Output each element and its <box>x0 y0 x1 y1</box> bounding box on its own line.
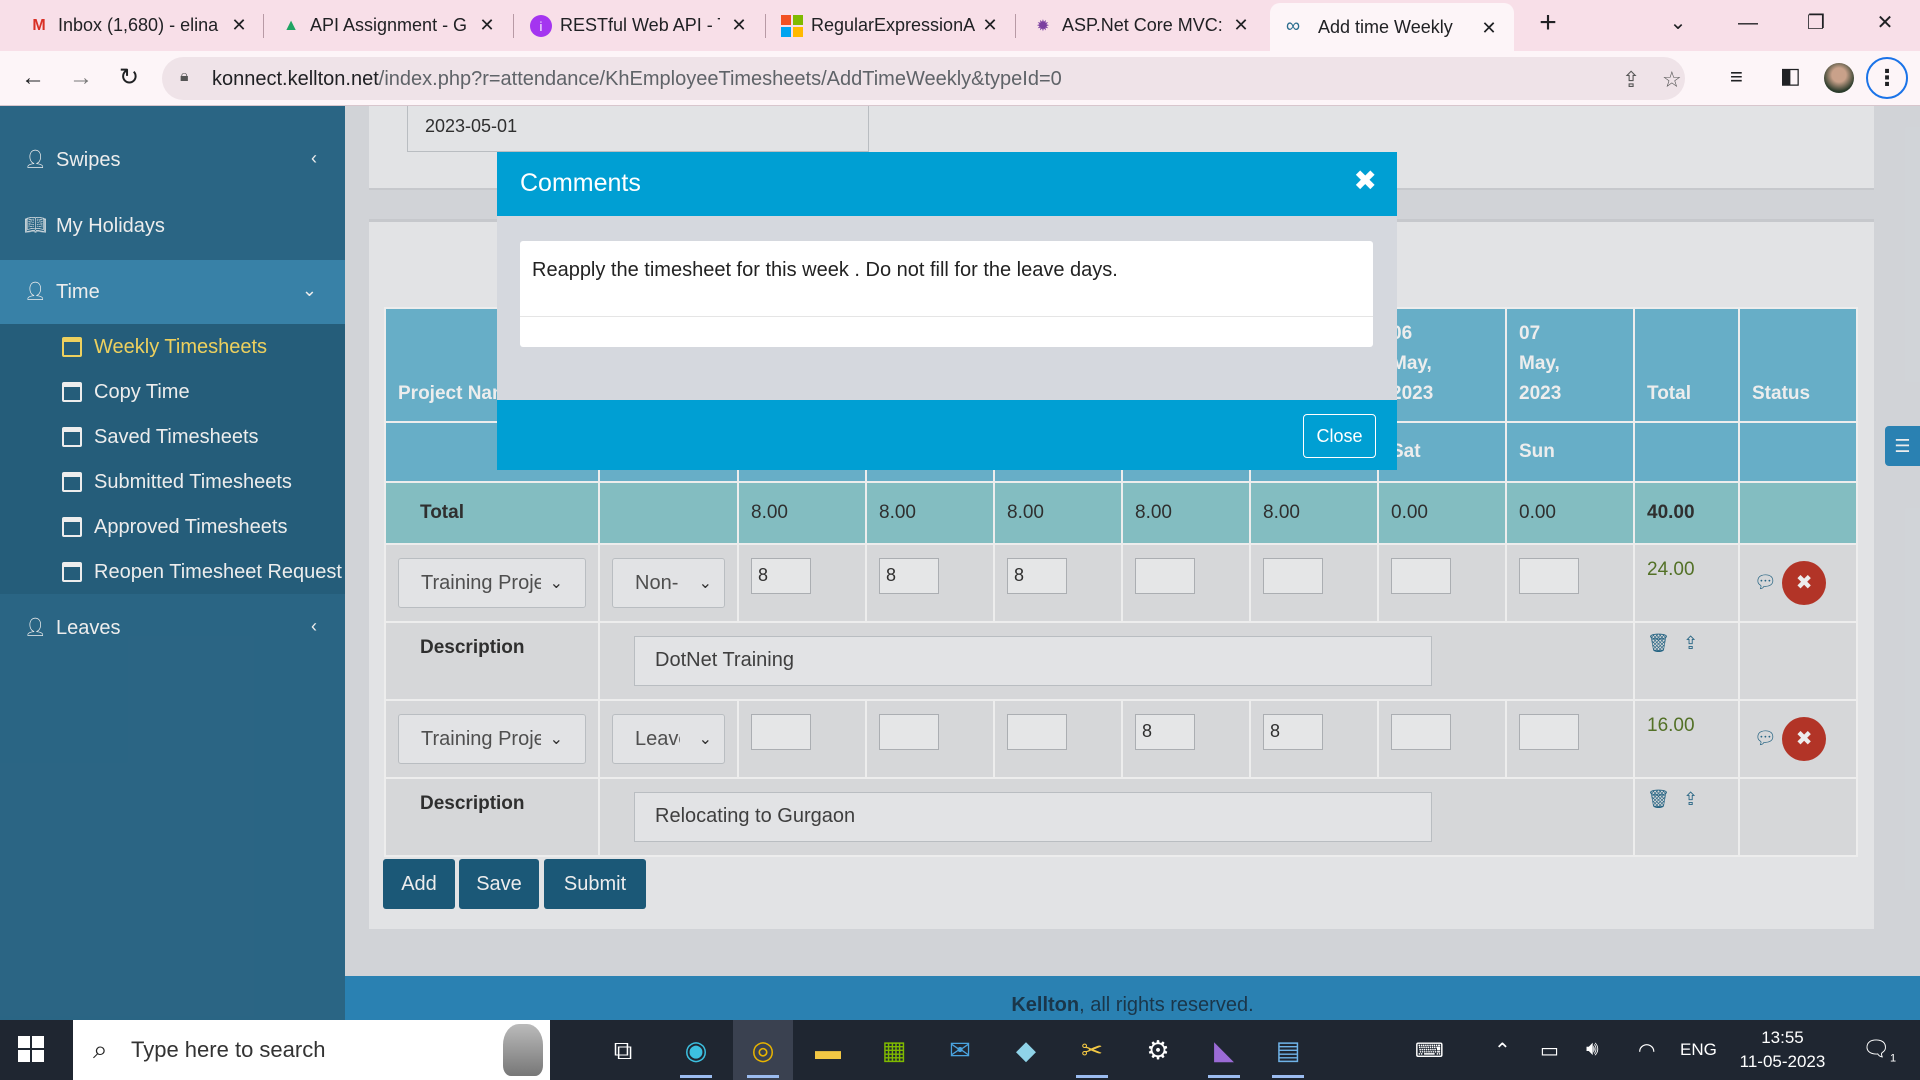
close-icon[interactable]: ✕ <box>728 14 750 36</box>
tab-separator <box>263 14 264 38</box>
mail-icon[interactable]: ✉ <box>930 1020 990 1080</box>
edge-icon[interactable]: ◉ <box>666 1020 726 1080</box>
comments-modal: Comments ✖ Reapply the timesheet for thi… <box>497 152 1397 470</box>
tab-separator <box>1015 14 1016 38</box>
language-indicator[interactable]: ENG <box>1680 1040 1717 1060</box>
back-icon[interactable]: ← <box>18 64 48 94</box>
search-highlight-image <box>503 1024 543 1076</box>
task-view-icon[interactable]: ⧉ <box>593 1020 653 1080</box>
wifi-icon[interactable]: ◠ <box>1638 1038 1655 1063</box>
windows-start-icon[interactable] <box>18 1036 44 1062</box>
comment-text: Reapply the timesheet for this week . Do… <box>532 259 1118 281</box>
tab-label: API Assignment - G <box>310 15 468 35</box>
tab-restful-api[interactable]: i RESTful Web API - T ✕ <box>530 0 750 51</box>
reload-icon[interactable]: ↻ <box>114 64 144 94</box>
tab-aspnet-core[interactable]: ✹ ASP.Net Core MVC: ✕ <box>1032 0 1252 51</box>
tab-label: ASP.Net Core MVC: <box>1062 15 1222 35</box>
browser-tab-strip: M Inbox (1,680) - elina ✕ ▲ API Assignme… <box>0 0 1920 51</box>
tab-regex[interactable]: RegularExpressionA ✕ <box>781 0 1001 51</box>
minimize-icon[interactable]: — <box>1718 0 1778 51</box>
close-icon[interactable]: ✕ <box>1230 14 1252 36</box>
document-app-icon[interactable]: ▤ <box>1258 1020 1318 1080</box>
close-icon[interactable]: ✖ <box>1354 164 1377 197</box>
store-icon[interactable]: ▦ <box>864 1020 924 1080</box>
microsoft-icon <box>781 15 803 37</box>
restore-icon[interactable]: ❐ <box>1786 0 1846 51</box>
divider <box>520 316 1373 317</box>
media-queue-icon[interactable]: ≡ <box>1730 64 1743 90</box>
windows-taskbar: ⌕ Type here to search ⧉ ◉ ◎ ▬ ▦ ✉ ◆ ✂ ⚙ … <box>0 1020 1920 1080</box>
tab-label: Inbox (1,680) - elina <box>58 15 219 35</box>
udemy-icon: i <box>530 15 552 37</box>
settings-icon[interactable]: ⚙ <box>1128 1020 1188 1080</box>
tab-add-time-weekly[interactable]: ∞ Add time Weekly ✕ <box>1270 3 1514 51</box>
close-icon[interactable]: ✕ <box>979 14 1001 36</box>
taskbar-clock[interactable]: 13:55 11-05-2023 <box>1735 1026 1830 1074</box>
tab-separator <box>765 14 766 38</box>
modal-title: Comments <box>520 169 641 197</box>
new-tab-button[interactable]: + <box>1518 0 1578 51</box>
notification-icon[interactable]: 🗨︎1 <box>1862 1036 1896 1064</box>
drive-icon: ▲ <box>283 17 299 34</box>
link-icon: ∞ <box>1285 14 1301 37</box>
tab-inbox[interactable]: M Inbox (1,680) - elina ✕ <box>28 0 250 51</box>
close-button[interactable]: Close <box>1303 414 1376 458</box>
clock-time: 13:55 <box>1761 1028 1804 1047</box>
notes-app-icon[interactable]: ◆ <box>996 1020 1056 1080</box>
search-icon: ⌕ <box>93 1034 108 1064</box>
file-explorer-icon[interactable]: ▬ <box>798 1020 858 1080</box>
battery-icon[interactable]: ▭ <box>1540 1038 1559 1063</box>
modal-header: Comments ✖ <box>497 152 1397 216</box>
tab-label: Add time Weekly <box>1318 16 1453 37</box>
profile-avatar[interactable] <box>1824 63 1854 93</box>
close-window-icon[interactable]: ✕ <box>1855 0 1915 51</box>
tab-api-assignment[interactable]: ▲ API Assignment - G ✕ <box>280 0 498 51</box>
close-icon[interactable]: ✕ <box>476 14 498 36</box>
share-icon[interactable]: ⇪ <box>1622 67 1640 93</box>
chevron-up-icon[interactable]: ⌃ <box>1494 1038 1511 1063</box>
keyboard-icon[interactable]: ⌨ <box>1415 1038 1444 1063</box>
taskbar-search-field[interactable]: ⌕ Type here to search <box>73 1020 550 1080</box>
chrome-icon[interactable]: ◎ <box>733 1020 793 1080</box>
tab-separator <box>513 14 514 38</box>
modal-footer: Close <box>497 400 1397 470</box>
forward-icon[interactable]: → <box>66 64 96 94</box>
modal-body: Reapply the timesheet for this week . Do… <box>520 241 1373 347</box>
gear-site-icon: ✹ <box>1036 18 1050 35</box>
tab-search-icon[interactable]: ⌄ <box>1648 0 1708 51</box>
lock-icon: 🔒︎ <box>180 68 189 85</box>
clock-date: 11-05-2023 <box>1739 1052 1826 1071</box>
tab-label: RegularExpressionA <box>811 15 976 35</box>
url-text: konnect.kellton.net/index.php?r=attendan… <box>212 68 1062 90</box>
browser-menu-icon[interactable]: ⋮ <box>1866 57 1908 99</box>
volume-icon[interactable]: 🔊︎ <box>1586 1038 1599 1061</box>
tab-label: RESTful Web API - T <box>560 15 720 35</box>
notification-count: 1 <box>1889 1052 1897 1065</box>
bookmark-star-icon[interactable]: ☆ <box>1662 67 1682 93</box>
snipping-tool-icon[interactable]: ✂ <box>1062 1020 1122 1080</box>
address-bar: ← → ↻ 🔒︎ konnect.kellton.net/index.php?r… <box>0 51 1920 106</box>
gmail-icon: M <box>32 17 46 34</box>
search-placeholder: Type here to search <box>131 1037 326 1062</box>
close-icon[interactable]: ✕ <box>228 14 250 36</box>
sidepanel-icon[interactable]: ◧ <box>1780 63 1801 89</box>
visual-studio-icon[interactable]: ◣ <box>1194 1020 1254 1080</box>
url-field[interactable]: 🔒︎ konnect.kellton.net/index.php?r=atten… <box>162 57 1685 100</box>
close-icon[interactable]: ✕ <box>1478 17 1500 39</box>
